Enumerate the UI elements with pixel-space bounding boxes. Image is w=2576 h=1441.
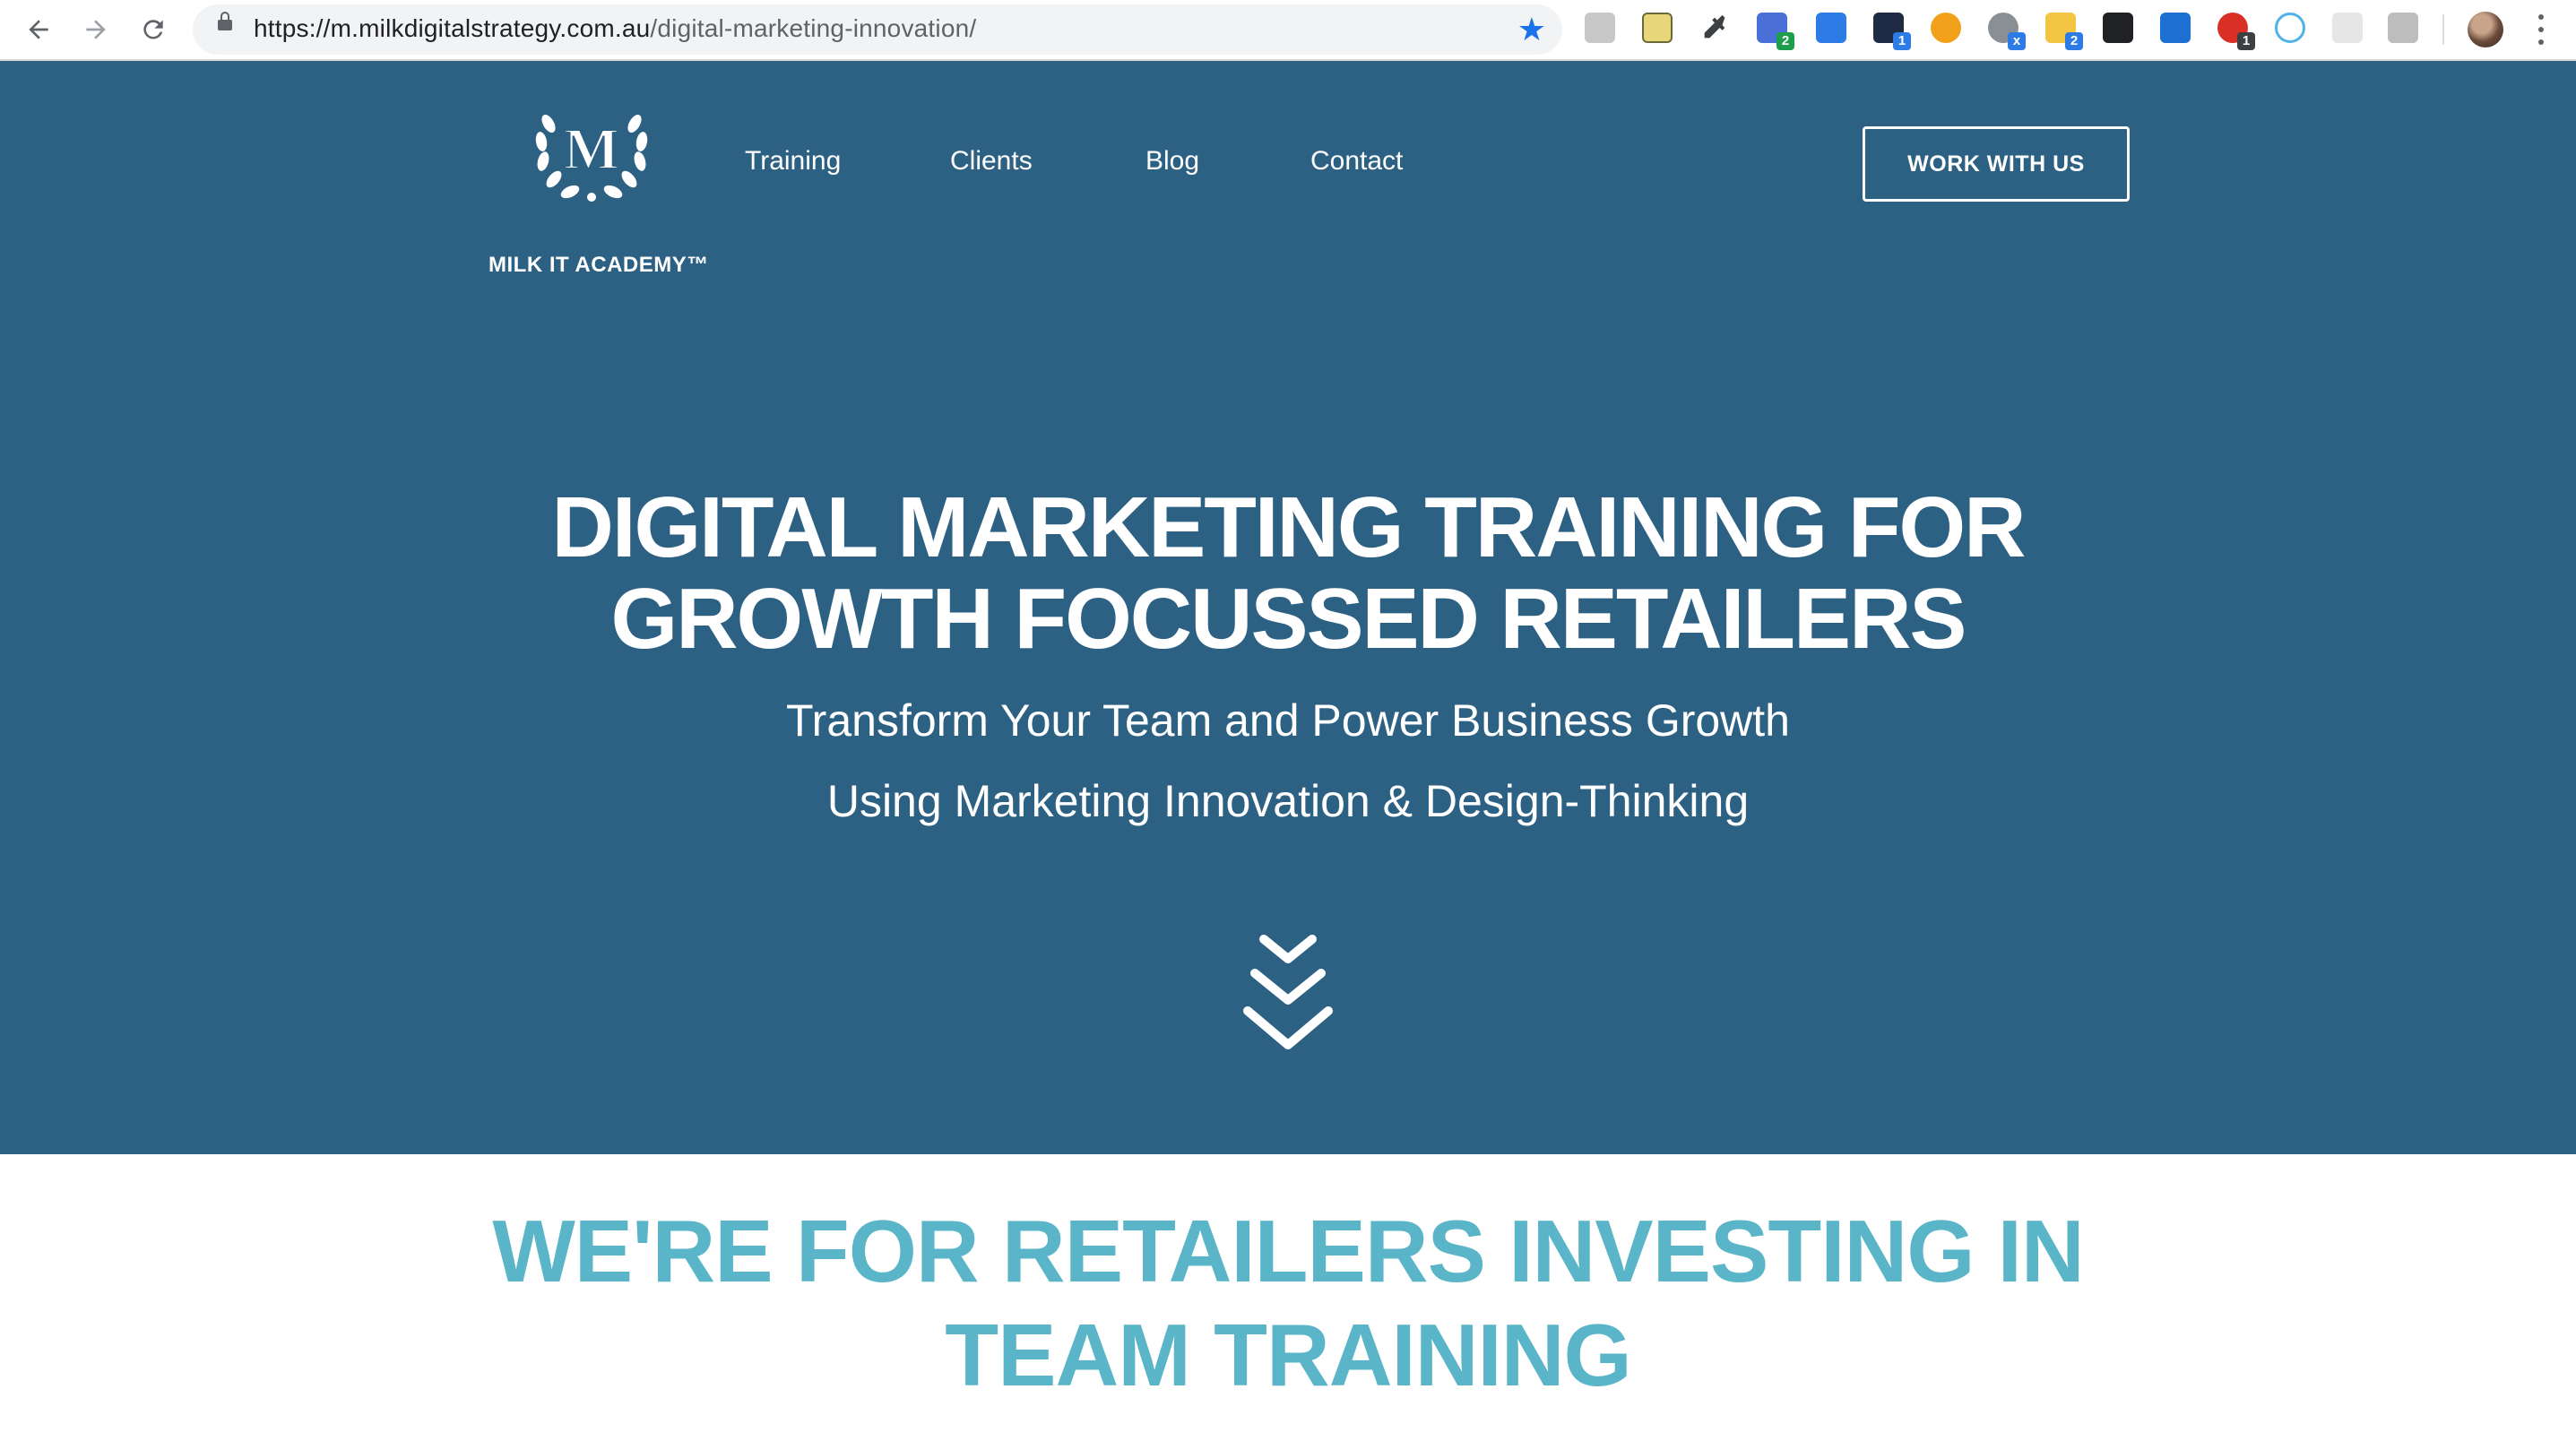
eyedropper-extension-icon[interactable] xyxy=(1699,13,1730,43)
laurel-wreath-icon: M xyxy=(535,115,648,202)
logo-text: MILK IT ACADEMY™ xyxy=(488,253,709,277)
section-title-line-1: WE'RE FOR RETAILERS INVESTING IN xyxy=(492,1202,2084,1300)
hero-title-line-2: GROWTH FOCUSSED RETAILERS xyxy=(610,571,1967,667)
hero-section: M MILK IT ACADEMY™ Training Clients Blog… xyxy=(0,61,2576,1154)
grey-circle-extension-badge: x xyxy=(2008,32,2026,50)
url-text[interactable]: https://m.milkdigitalstrategy.com.au/dig… xyxy=(254,14,976,43)
hero-subtitle-line-1: Transform Your Team and Power Business G… xyxy=(786,695,1790,746)
notes-extension-icon[interactable] xyxy=(1642,13,1673,43)
yellow-extension-badge: 2 xyxy=(2065,32,2083,50)
window-extension-icon[interactable] xyxy=(1816,13,1846,43)
url-path: /digital-marketing-innovation/ xyxy=(650,14,977,42)
nav-contact[interactable]: Contact xyxy=(1310,146,1403,177)
reload-icon[interactable] xyxy=(133,9,174,50)
back-arrow-icon[interactable] xyxy=(18,9,59,50)
browser-toolbar: https://m.milkdigitalstrategy.com.au/dig… xyxy=(0,0,2576,61)
profile-avatar[interactable] xyxy=(2468,12,2503,47)
screenshot-extension-icon[interactable] xyxy=(2103,13,2133,43)
hero-subtitle-line-2: Using Marketing Innovation & Design-Thin… xyxy=(826,776,1750,826)
url-host: https://m.milkdigitalstrategy.com.au xyxy=(254,14,651,42)
hero-title-line-1: DIGITAL MARKETING TRAINING FOR xyxy=(551,479,2026,575)
w-extension-badge: 1 xyxy=(1893,32,1911,50)
red-extension-badge: 1 xyxy=(2237,32,2255,50)
grey-square-extension-icon[interactable] xyxy=(2388,13,2418,43)
s-extension-icon[interactable] xyxy=(2160,13,2191,43)
scroll-down-chevrons-icon[interactable] xyxy=(1239,930,1337,1065)
target-extension-icon[interactable] xyxy=(2275,13,2305,43)
yellow-extension-icon[interactable]: 2 xyxy=(2045,13,2083,50)
toolbar-divider xyxy=(2442,14,2444,45)
site-logo[interactable]: M MILK IT ACADEMY™ xyxy=(488,97,709,312)
lock-icon xyxy=(218,12,232,30)
forward-arrow-icon[interactable] xyxy=(75,9,117,50)
section-title-line-2: TEAM TRAINING xyxy=(945,1306,1632,1404)
seo-extension-icon[interactable] xyxy=(1931,13,1961,43)
logo-letter: M xyxy=(564,116,619,182)
grey-circle-extension-icon[interactable]: x xyxy=(1988,13,2026,50)
red-extension-icon[interactable]: 1 xyxy=(2217,13,2255,50)
bookmark-star-icon[interactable]: ★ xyxy=(1517,12,1546,47)
code-extension-badge: 2 xyxy=(1776,32,1794,50)
hero-title: DIGITAL MARKETING TRAINING FOR GROWTH FO… xyxy=(0,482,2576,665)
puzzle-extension-icon[interactable] xyxy=(1585,13,1615,43)
browser-menu-icon[interactable] xyxy=(2532,11,2550,48)
work-with-us-button[interactable]: WORK WITH US xyxy=(1863,126,2130,202)
address-bar[interactable]: https://m.milkdigitalstrategy.com.au/dig… xyxy=(193,4,1562,55)
nav-training[interactable]: Training xyxy=(745,146,841,177)
code-extension-icon[interactable]: 2 xyxy=(1757,13,1794,50)
w-extension-icon[interactable]: 1 xyxy=(1873,13,1911,50)
grid-extension-icon[interactable] xyxy=(2332,13,2363,43)
nav-blog[interactable]: Blog xyxy=(1145,146,1199,177)
nav-clients[interactable]: Clients xyxy=(950,146,1033,177)
section-title: WE'RE FOR RETAILERS INVESTING IN TEAM TR… xyxy=(0,1199,2576,1407)
